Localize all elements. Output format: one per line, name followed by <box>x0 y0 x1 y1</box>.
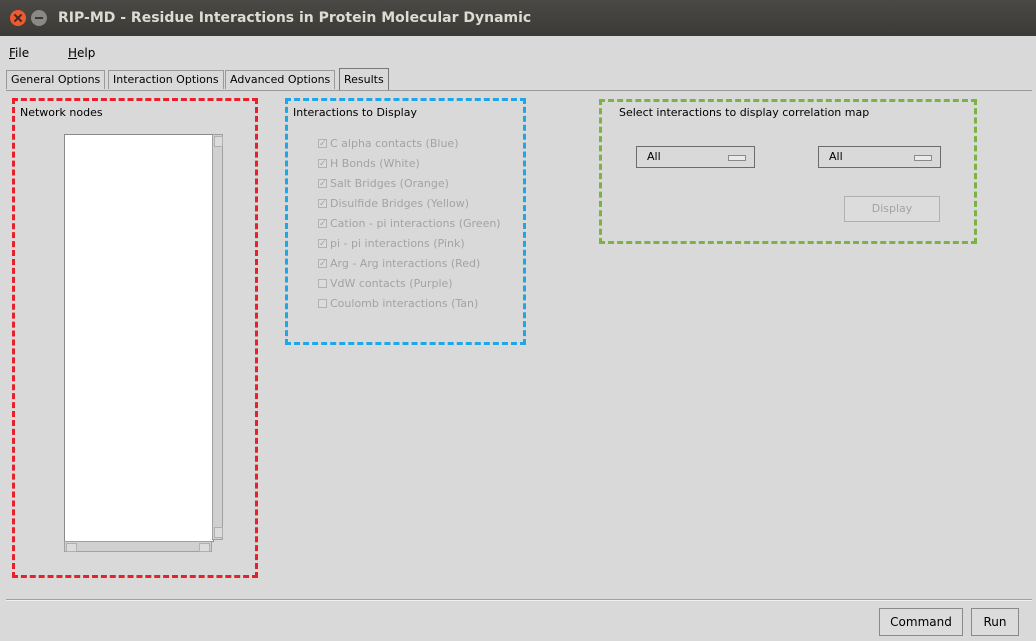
option-menu-indicator-icon <box>914 155 932 161</box>
interaction-select-1[interactable]: All <box>636 146 755 168</box>
menu-file-label: ile <box>15 46 30 60</box>
tab-divider <box>6 90 1032 91</box>
option-menu-indicator-icon <box>728 155 746 161</box>
scroll-left-icon[interactable] <box>66 543 77 552</box>
display-button[interactable]: Display <box>844 196 940 222</box>
checkbox-label: Coulomb interactions (Tan) <box>330 297 479 310</box>
checkbox-c-alpha[interactable]: ✓ <box>318 139 327 149</box>
tab-advanced-options[interactable]: Advanced Options <box>225 70 336 89</box>
checkbox-coulomb[interactable] <box>318 299 327 308</box>
scroll-right-icon[interactable] <box>199 543 210 552</box>
network-nodes-vscrollbar[interactable] <box>212 134 223 540</box>
tab-results[interactable]: Results <box>339 68 389 90</box>
command-button[interactable]: Command <box>879 608 963 636</box>
checkbox-label: Arg - Arg interactions (Red) <box>330 257 481 270</box>
checkbox-salt-bridges[interactable]: ✓ <box>318 179 327 189</box>
checkbox-h-bonds[interactable]: ✓ <box>318 159 327 169</box>
menu-help-mnemonic: H <box>68 46 78 60</box>
footer-divider-highlight <box>6 600 1032 601</box>
tab-general-options[interactable]: General Options <box>6 70 106 89</box>
correlation-title: Select interactions to display correlati… <box>619 106 870 119</box>
network-nodes-list[interactable] <box>64 134 214 542</box>
checkbox-label: Cation - pi interactions (Green) <box>330 217 501 230</box>
network-nodes-title: Network nodes <box>20 106 103 119</box>
run-button[interactable]: Run <box>971 608 1019 636</box>
checkbox-disulfide[interactable]: ✓ <box>318 199 327 209</box>
correlation-panel <box>599 99 977 244</box>
interaction-select-2-value: All <box>829 150 843 163</box>
scroll-up-icon[interactable] <box>214 136 223 147</box>
checkbox-arg-arg[interactable]: ✓ <box>318 259 327 269</box>
scroll-down-icon[interactable] <box>214 527 223 538</box>
checkbox-label: H Bonds (White) <box>330 157 420 170</box>
checkbox-label: C alpha contacts (Blue) <box>330 137 459 150</box>
interactions-title: Interactions to Display <box>293 106 417 119</box>
menu-help[interactable]: Help <box>68 46 95 60</box>
checkbox-vdw[interactable] <box>318 279 327 288</box>
interaction-select-1-value: All <box>647 150 661 163</box>
checkbox-pi-pi[interactable]: ✓ <box>318 239 327 249</box>
close-window-icon[interactable] <box>10 10 26 26</box>
network-nodes-hscrollbar[interactable] <box>64 541 212 552</box>
checkbox-cation-pi[interactable]: ✓ <box>318 219 327 229</box>
menu-bar: File Help <box>0 40 1036 64</box>
tab-interaction-options[interactable]: Interaction Options <box>108 70 224 89</box>
checkbox-label: Disulfide Bridges (Yellow) <box>330 197 469 210</box>
menu-help-label: elp <box>77 46 96 60</box>
checkbox-label: Salt Bridges (Orange) <box>330 177 449 190</box>
interaction-select-2[interactable]: All <box>818 146 941 168</box>
window-titlebar: RIP-MD - Residue Interactions in Protein… <box>0 0 1036 36</box>
menu-file[interactable]: File <box>9 46 29 60</box>
window-title: RIP-MD - Residue Interactions in Protein… <box>58 10 532 26</box>
minimize-window-icon[interactable] <box>31 10 47 26</box>
checkbox-label: pi - pi interactions (Pink) <box>330 237 465 250</box>
checkbox-label: VdW contacts (Purple) <box>330 277 453 290</box>
